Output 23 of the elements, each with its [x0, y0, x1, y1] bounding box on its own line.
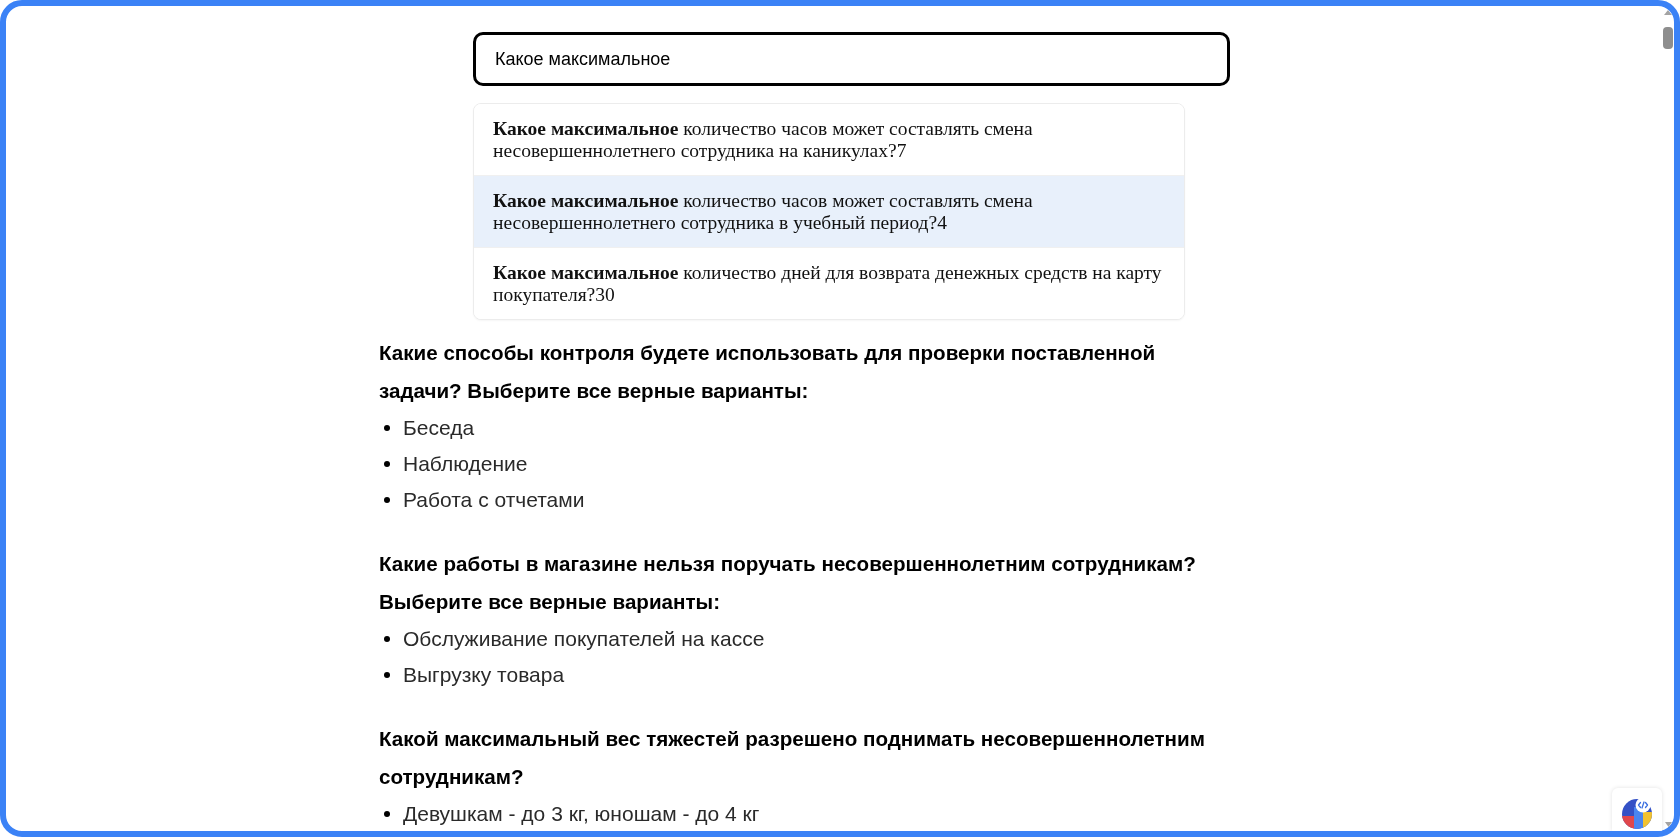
question-heading: Какие способы контроля будете использовать для проверки поставленной задачи? Выберите все верные варианты:	[379, 340, 1157, 404]
scroll-down-arrow-icon[interactable]	[1665, 822, 1672, 827]
answer-text: Выгрузку товара	[403, 663, 565, 687]
answer-text: Наблюдение	[403, 452, 528, 476]
bullet-icon	[384, 497, 390, 503]
answer-text: Работа с отчетами	[403, 488, 585, 512]
scroll-up-arrow-icon[interactable]	[1664, 10, 1672, 15]
bullet-icon	[384, 636, 390, 642]
widget-button[interactable]	[1612, 788, 1662, 831]
suggestion-item[interactable]: Какое максимальное количество дней для возврата денежных средств на карту покупателя?30	[474, 247, 1184, 319]
suggestion-item[interactable]: Какое максимальное количество часов может составлять смена несовершеннолетнего сотрудника на каникулах?7	[474, 104, 1184, 175]
question-heading: Какие работы в магазине нельзя поручать несовершеннолетним сотрудникам? Выберите все верные варианты:	[379, 551, 1197, 615]
answer-text: Беседа	[403, 416, 475, 440]
bullet-icon	[384, 461, 390, 467]
bullet-icon	[384, 425, 390, 431]
bullet-icon	[384, 672, 390, 678]
answer-text: Девушкам - до 3 кг, юношам - до 4 кг	[403, 802, 760, 826]
search-field[interactable]: Какое максимальное	[473, 32, 1230, 86]
scrollbar-thumb[interactable]	[1663, 27, 1673, 49]
question-heading: Какой максимальный вес тяжестей разрешено поднимать несовершеннолетним сотрудникам?	[379, 726, 1206, 790]
suggestion-item[interactable]: Какое максимальное количество часов может составлять смена несовершеннолетнего сотрудника в учебный период?4	[474, 175, 1184, 247]
answer-text: Обслуживание покупателей на кассе	[403, 627, 765, 651]
bullet-icon	[384, 811, 390, 817]
